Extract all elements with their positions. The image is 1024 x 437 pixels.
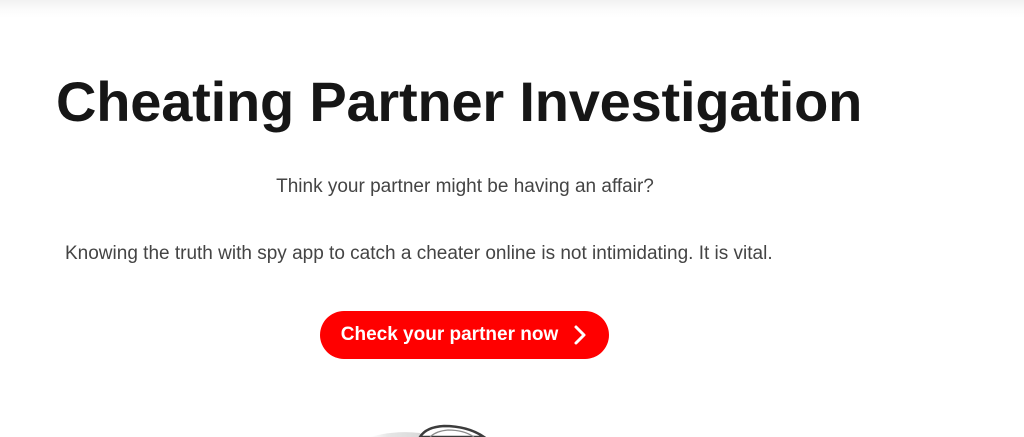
check-partner-button[interactable]: Check your partner now xyxy=(320,311,609,359)
check-partner-button-label: Check your partner now xyxy=(340,324,559,345)
hero-question: Think your partner might be having an af… xyxy=(276,176,654,197)
chevron-right-icon xyxy=(572,324,588,346)
phone-illustration xyxy=(360,418,510,437)
hero-statement: Knowing the truth with spy app to catch … xyxy=(65,243,773,264)
hero-section: Cheating Partner Investigation Think you… xyxy=(0,0,930,437)
landing-page: Cheating Partner Investigation Think you… xyxy=(0,0,1024,437)
page-title: Cheating Partner Investigation xyxy=(56,70,863,133)
